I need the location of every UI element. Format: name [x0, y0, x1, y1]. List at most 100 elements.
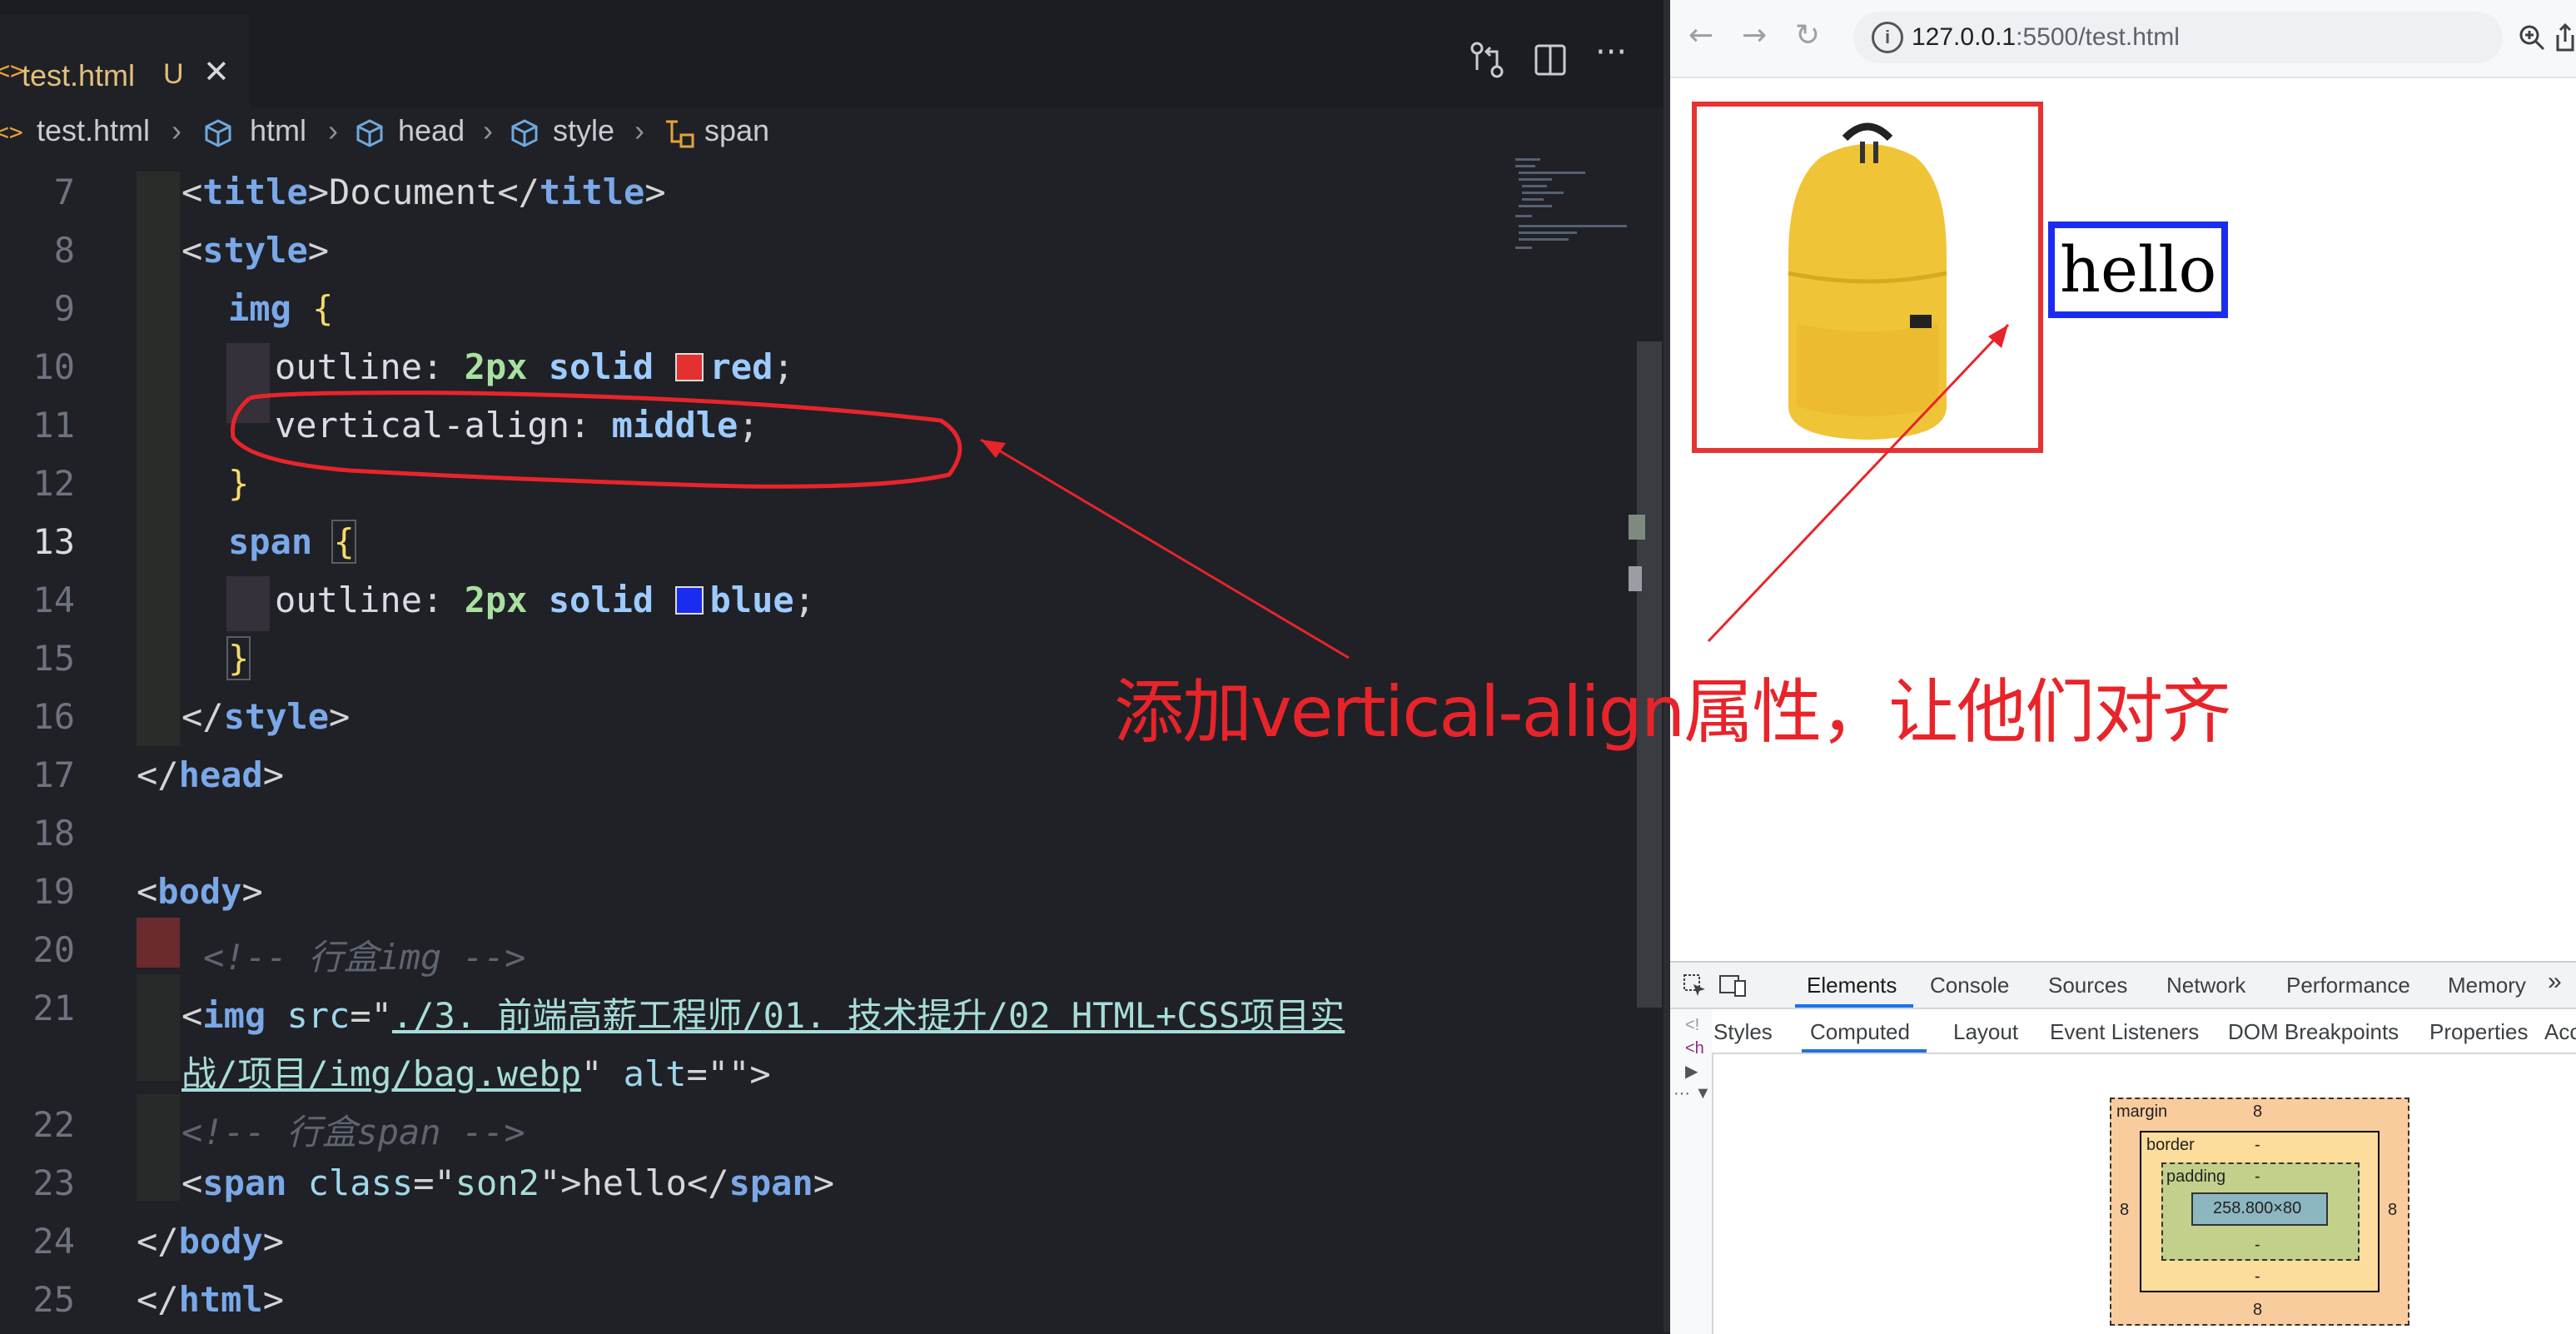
device-toolbar-icon[interactable] — [1718, 973, 1747, 998]
close-tab-icon[interactable]: ✕ — [203, 53, 230, 90]
code-line[interactable]: outline: 2px solid red; — [275, 346, 794, 387]
css-property: outline — [275, 580, 423, 620]
code-line[interactable]: <!-- 行盒img --> — [203, 929, 525, 980]
code-line[interactable]: </body> — [137, 1221, 284, 1262]
chevron-right-icon: › — [328, 113, 338, 147]
breadcrumb-span[interactable]: span — [704, 113, 769, 148]
punct: > — [307, 172, 330, 212]
code-line[interactable]: span { — [228, 520, 356, 564]
minimap[interactable] — [1515, 158, 1640, 258]
code-line[interactable]: } — [228, 463, 249, 504]
expand-arrow-icon[interactable]: ▶ — [1685, 1061, 1698, 1082]
code-line[interactable]: <body> — [137, 871, 263, 912]
tab-elements[interactable]: Elements — [1807, 973, 1897, 998]
code-line[interactable]: <span class="son2">hello</span> — [182, 1162, 834, 1203]
forward-icon[interactable]: → — [1742, 18, 1767, 52]
tag-name: title — [202, 172, 308, 212]
tab-styles[interactable]: Styles — [1713, 1019, 1773, 1045]
punct: > — [262, 754, 285, 795]
line-number: 10 — [32, 346, 75, 387]
margin-right-value: 8 — [2388, 1201, 2398, 1219]
code-line[interactable]: vertical-align: middle; — [275, 405, 759, 445]
tag-name: head — [178, 754, 263, 795]
tab-console[interactable]: Console — [1930, 973, 2009, 998]
code-line[interactable]: </style> — [182, 696, 350, 737]
address-bar[interactable]: i 127.0.0.1:5500/test.html — [1853, 12, 2503, 63]
punct: </ — [137, 1279, 179, 1320]
breadcrumb-style[interactable]: style — [553, 113, 614, 148]
breadcrumb-test-html[interactable]: test.html — [37, 113, 150, 148]
code-line[interactable]: <img src="./3. 前端高薪工程师/01. 技术提升/02 HTML+… — [182, 988, 1345, 1038]
code-line[interactable]: } — [226, 636, 251, 680]
tab-memory[interactable]: Memory — [2448, 973, 2526, 998]
attr-name: alt — [623, 1053, 687, 1094]
back-icon[interactable]: ← — [1688, 18, 1713, 52]
breadcrumb-head[interactable]: head — [398, 113, 465, 148]
site-info-icon[interactable]: i — [1872, 22, 1903, 53]
chevron-right-icon: › — [634, 113, 644, 147]
tab-performance[interactable]: Performance — [2286, 973, 2410, 998]
attr-value: son2 — [455, 1162, 540, 1203]
punct: < — [182, 230, 203, 271]
split-editor-icon[interactable] — [1534, 43, 1567, 77]
color-swatch-blue[interactable] — [674, 586, 704, 615]
line-number: 15 — [32, 638, 75, 679]
brace: } — [228, 463, 250, 504]
tab-sources[interactable]: Sources — [2048, 973, 2127, 998]
line-number: 8 — [53, 230, 75, 271]
code-line[interactable]: outline: 2px solid blue; — [275, 580, 815, 620]
color-swatch-red[interactable] — [674, 353, 704, 381]
code-line[interactable]: <title>Document</title> — [182, 172, 666, 212]
code-comment: <!-- 行盒span --> — [182, 1112, 525, 1152]
attr-value-link[interactable]: 战/项目/img/bag.webp — [182, 1053, 581, 1094]
tag-name: body — [178, 1221, 263, 1262]
zoom-icon[interactable] — [2518, 23, 2546, 52]
tab-dom-breakpoints[interactable]: DOM Breakpoints — [2228, 1019, 2399, 1045]
reload-icon[interactable]: ↻ — [1795, 18, 1820, 52]
attr-value-link[interactable]: ./3. 前端高薪工程师/01. 技术提升/02 HTML+CSS项目实 — [392, 995, 1345, 1036]
padding-label: padding — [2166, 1167, 2226, 1186]
line-number: 7 — [53, 172, 75, 212]
line-number: 11 — [32, 405, 75, 445]
code-comment: <!-- 行盒img --> — [203, 937, 526, 978]
punct: > — [560, 1162, 582, 1203]
url-path: :5500/test.html — [2016, 23, 2180, 51]
css-property: vertical-align — [275, 405, 570, 445]
punct: > — [749, 1053, 771, 1094]
code-line[interactable]: </head> — [137, 754, 284, 795]
indent-guide — [137, 974, 180, 1081]
share-icon[interactable] — [2554, 22, 2576, 53]
tab-event-listeners[interactable]: Event Listeners — [2050, 1019, 2199, 1045]
devtools-panel: Elements Console Sources Network Perform… — [1670, 961, 2576, 1334]
tab-properties[interactable]: Properties — [2429, 1019, 2529, 1045]
code-line[interactable]: </html> — [137, 1279, 284, 1320]
line-number: 20 — [32, 929, 75, 970]
code-line[interactable]: <style> — [182, 230, 329, 271]
code-line[interactable]: <!-- 行盒span --> — [182, 1104, 525, 1155]
punct: > — [241, 871, 263, 912]
more-tabs-icon[interactable]: » — [2548, 968, 2562, 996]
punct: < — [137, 871, 158, 912]
punct: < — [182, 1162, 203, 1203]
ellipsis-icon[interactable]: ··· ▼ — [1673, 1084, 1711, 1103]
code-line-wrapped[interactable]: 战/项目/img/bag.webp" alt=""> — [182, 1046, 771, 1097]
punct: ; — [793, 580, 815, 620]
more-actions-icon[interactable]: ··· — [1595, 33, 1627, 72]
editor-tab-test-html[interactable]: <> test.html U ✕ — [0, 15, 250, 118]
tab-computed[interactable]: Computed — [1810, 1019, 1910, 1045]
punct: < — [182, 995, 203, 1036]
tab-layout[interactable]: Layout — [1953, 1019, 2018, 1045]
css-number: 2px — [464, 580, 528, 620]
tab-accessibility[interactable]: Acce — [2544, 1019, 2576, 1045]
inspect-element-icon[interactable] — [1682, 973, 1707, 998]
code-line[interactable]: img { — [228, 288, 333, 329]
breadcrumb-html[interactable]: html — [250, 113, 306, 148]
punct: : — [422, 580, 444, 620]
margin-left-value: 8 — [2120, 1201, 2130, 1219]
dom-node-snippet: <h — [1685, 1039, 1704, 1058]
compare-changes-icon[interactable] — [1469, 40, 1505, 80]
css-property: outline — [275, 346, 423, 387]
tab-label: test.html — [22, 58, 136, 92]
elements-tree-collapsed[interactable]: <! <h ▶ ··· ▼ — [1670, 1009, 1713, 1334]
tab-network[interactable]: Network — [2166, 973, 2245, 998]
